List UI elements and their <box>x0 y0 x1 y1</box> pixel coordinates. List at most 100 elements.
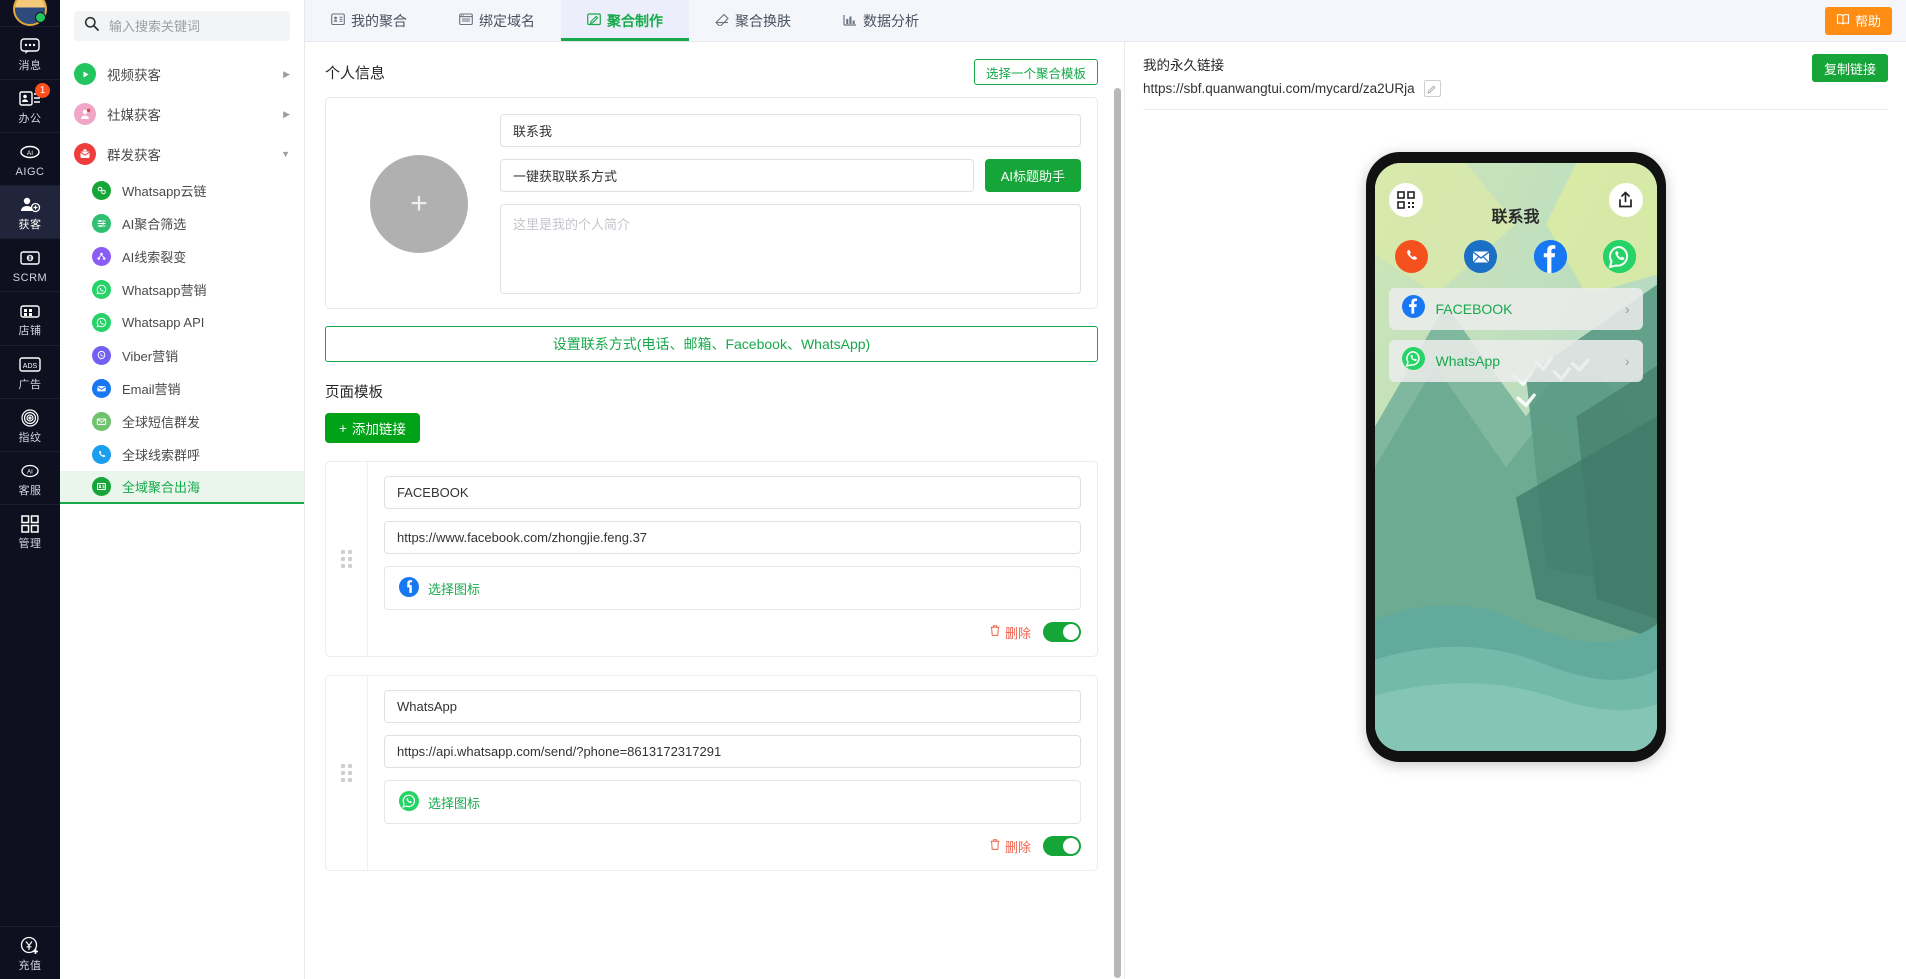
chevron-right-icon: ▶ <box>283 68 290 79</box>
user-avatar[interactable] <box>0 0 60 26</box>
search-box[interactable] <box>74 11 290 41</box>
share-icon[interactable] <box>1608 183 1643 217</box>
scrm-icon <box>17 247 43 269</box>
sidebar-group-video[interactable]: 视频获客 ▶ <box>60 54 304 94</box>
sidebar-item-label: Whatsapp API <box>122 315 205 330</box>
link-title-input[interactable] <box>384 476 1081 509</box>
rail-item-shop[interactable]: 店铺 <box>0 291 60 344</box>
sidebar-item-global-call[interactable]: 全球线索群呼 <box>60 438 304 471</box>
drag-handle[interactable] <box>326 462 368 656</box>
search-input[interactable] <box>109 18 280 34</box>
svg-text:AI: AI <box>27 150 33 157</box>
link-url-input[interactable] <box>384 521 1081 554</box>
phone-title: 联系我 <box>1491 209 1540 226</box>
rail-item-customer-service[interactable]: AI 客服 <box>0 450 60 504</box>
rail-item-aigc[interactable]: AI AIGC <box>0 132 60 185</box>
whatsapp-icon <box>92 313 111 332</box>
aigc-icon: AI <box>17 141 43 163</box>
play-icon <box>74 63 96 85</box>
rail-item-recharge[interactable]: 充值 <box>0 925 60 979</box>
delete-link-button[interactable]: 删除 <box>989 623 1031 642</box>
rail-item-scrm[interactable]: SCRM <box>0 238 60 291</box>
tab-aggregate-skin[interactable]: 聚合换肤 <box>689 0 817 41</box>
tab-bind-domain[interactable]: 绑定域名 <box>433 0 561 41</box>
rail-label: 管理 <box>18 537 42 550</box>
link-icon-picker[interactable]: 选择图标 <box>384 566 1081 610</box>
qr-code-icon[interactable] <box>1388 183 1423 217</box>
main-area: 我的聚合 绑定域名 聚合制作 聚合换肤 数据分析 帮助 个人信息 选择一个聚合模… <box>305 0 1906 979</box>
preview-panel: 我的永久链接 https://sbf.quanwangtui.com/mycar… <box>1125 42 1906 979</box>
chevron-right-icon: › <box>1624 301 1630 317</box>
sidebar-item-label: 全球线索群呼 <box>122 448 201 463</box>
ai-title-assistant-button[interactable]: AI标题助手 <box>984 159 1081 192</box>
copy-link-button[interactable]: 复制链接 <box>1811 54 1888 82</box>
sidebar-item-label: 全域聚合出海 <box>122 480 201 495</box>
subtitle-input[interactable] <box>500 159 974 192</box>
facebook-icon <box>399 576 419 600</box>
sidebar-item-whatsapp-marketing[interactable]: Whatsapp营销 <box>60 273 304 306</box>
phone-preview-wrap: 联系我 FACEBOOK › WhatsApp › <box>1143 110 1888 762</box>
analytics-icon <box>843 13 857 29</box>
link-card-footer: 删除 <box>384 836 1081 860</box>
rail-label: 消息 <box>18 60 42 72</box>
sidebar-item-email[interactable]: Email营销 <box>60 372 304 405</box>
display-name-input[interactable] <box>500 114 1081 147</box>
rail-item-messages[interactable]: 消息 <box>0 26 60 79</box>
app-root: 消息 1 办公 AI AIGC 获客 SCRM 店铺 ADS 广告 指纹 AI … <box>0 0 1906 979</box>
rail-label: SCRM <box>12 272 48 285</box>
customer-service-icon: AI <box>17 460 43 482</box>
sidebar-item-label: Whatsapp营销 <box>122 283 207 298</box>
link-url-input[interactable] <box>384 735 1081 768</box>
rail-label: 充值 <box>18 959 42 972</box>
facebook-icon[interactable] <box>1533 240 1567 273</box>
chevron-right-icon: › <box>1624 353 1630 369</box>
icon-rail: 消息 1 办公 AI AIGC 获客 SCRM 店铺 ADS 广告 指纹 AI … <box>0 0 60 979</box>
content-area: 个人信息 选择一个聚合模板 + AI标题助手 <box>305 42 1906 979</box>
rail-item-fingerprint[interactable]: 指纹 <box>0 397 60 451</box>
top-tabbar: 我的聚合 绑定域名 聚合制作 聚合换肤 数据分析 帮助 <box>305 0 1906 42</box>
rail-item-ads[interactable]: ADS 广告 <box>0 344 60 398</box>
phone-link-item[interactable]: WhatsApp › <box>1388 340 1643 382</box>
bio-textarea[interactable] <box>500 204 1081 294</box>
sidebar-item-ai-fission[interactable]: AI线索裂变 <box>60 240 304 273</box>
tab-my-aggregate[interactable]: 我的聚合 <box>305 0 433 41</box>
whatsapp-icon <box>1401 347 1425 375</box>
whatsapp-icon[interactable] <box>1603 240 1637 273</box>
delete-link-button[interactable]: 删除 <box>989 837 1031 856</box>
phone-link-item[interactable]: FACEBOOK › <box>1388 288 1643 330</box>
editor-scrollbar[interactable] <box>1114 88 1121 978</box>
sidebar-item-ai-filter[interactable]: AI聚合筛选 <box>60 207 304 240</box>
link-card: 选择图标 删除 <box>325 461 1098 657</box>
sidebar-item-global-sms[interactable]: 全球短信群发 <box>60 405 304 438</box>
choose-template-button[interactable]: 选择一个聚合模板 <box>973 59 1098 85</box>
link-title-input[interactable] <box>384 690 1081 723</box>
rail-item-office[interactable]: 1 办公 <box>0 79 60 132</box>
link-enable-toggle[interactable] <box>1043 836 1081 856</box>
avatar-upload[interactable]: + <box>370 155 468 253</box>
rail-item-management[interactable]: 管理 <box>0 503 60 557</box>
rail-item-acquire[interactable]: 获客 <box>0 185 60 239</box>
phone-icon[interactable] <box>1394 240 1428 273</box>
tab-data-analytics[interactable]: 数据分析 <box>817 0 945 41</box>
pencil-icon[interactable] <box>1423 80 1441 97</box>
help-button[interactable]: 帮助 <box>1824 6 1892 35</box>
aggregate-overseas-icon <box>92 477 111 496</box>
email-icon[interactable] <box>1464 240 1498 273</box>
drag-handle[interactable] <box>326 676 368 870</box>
sidebar-item-whatsapp-api[interactable]: Whatsapp API <box>60 306 304 339</box>
sidebar-item-label: AI线索裂变 <box>122 250 187 265</box>
add-link-button[interactable]: + 添加链接 <box>325 413 420 443</box>
sidebar-item-whatsapp-cloud[interactable]: Whatsapp云链 <box>60 174 304 207</box>
sidebar-group-label: 群发获客 <box>107 148 161 163</box>
tab-aggregate-builder[interactable]: 聚合制作 <box>561 0 689 41</box>
sidebar-item-label: Email营销 <box>122 382 181 397</box>
subtitle-row: AI标题助手 <box>500 159 1081 192</box>
link-icon-picker[interactable]: 选择图标 <box>384 780 1081 824</box>
sidebar-item-viber[interactable]: Viber营销 <box>60 339 304 372</box>
link-enable-toggle[interactable] <box>1043 622 1081 642</box>
set-contact-methods-button[interactable]: 设置联系方式(电话、邮箱、Facebook、WhatsApp) <box>325 326 1098 362</box>
sidebar-group-social[interactable]: 社媒获客 ▶ <box>60 94 304 134</box>
rail-label: 广告 <box>18 378 42 391</box>
sidebar-group-mass-send[interactable]: 群发获客 ▼ <box>60 134 304 174</box>
sidebar-item-aggregate-overseas[interactable]: 全域聚合出海 <box>60 471 304 504</box>
